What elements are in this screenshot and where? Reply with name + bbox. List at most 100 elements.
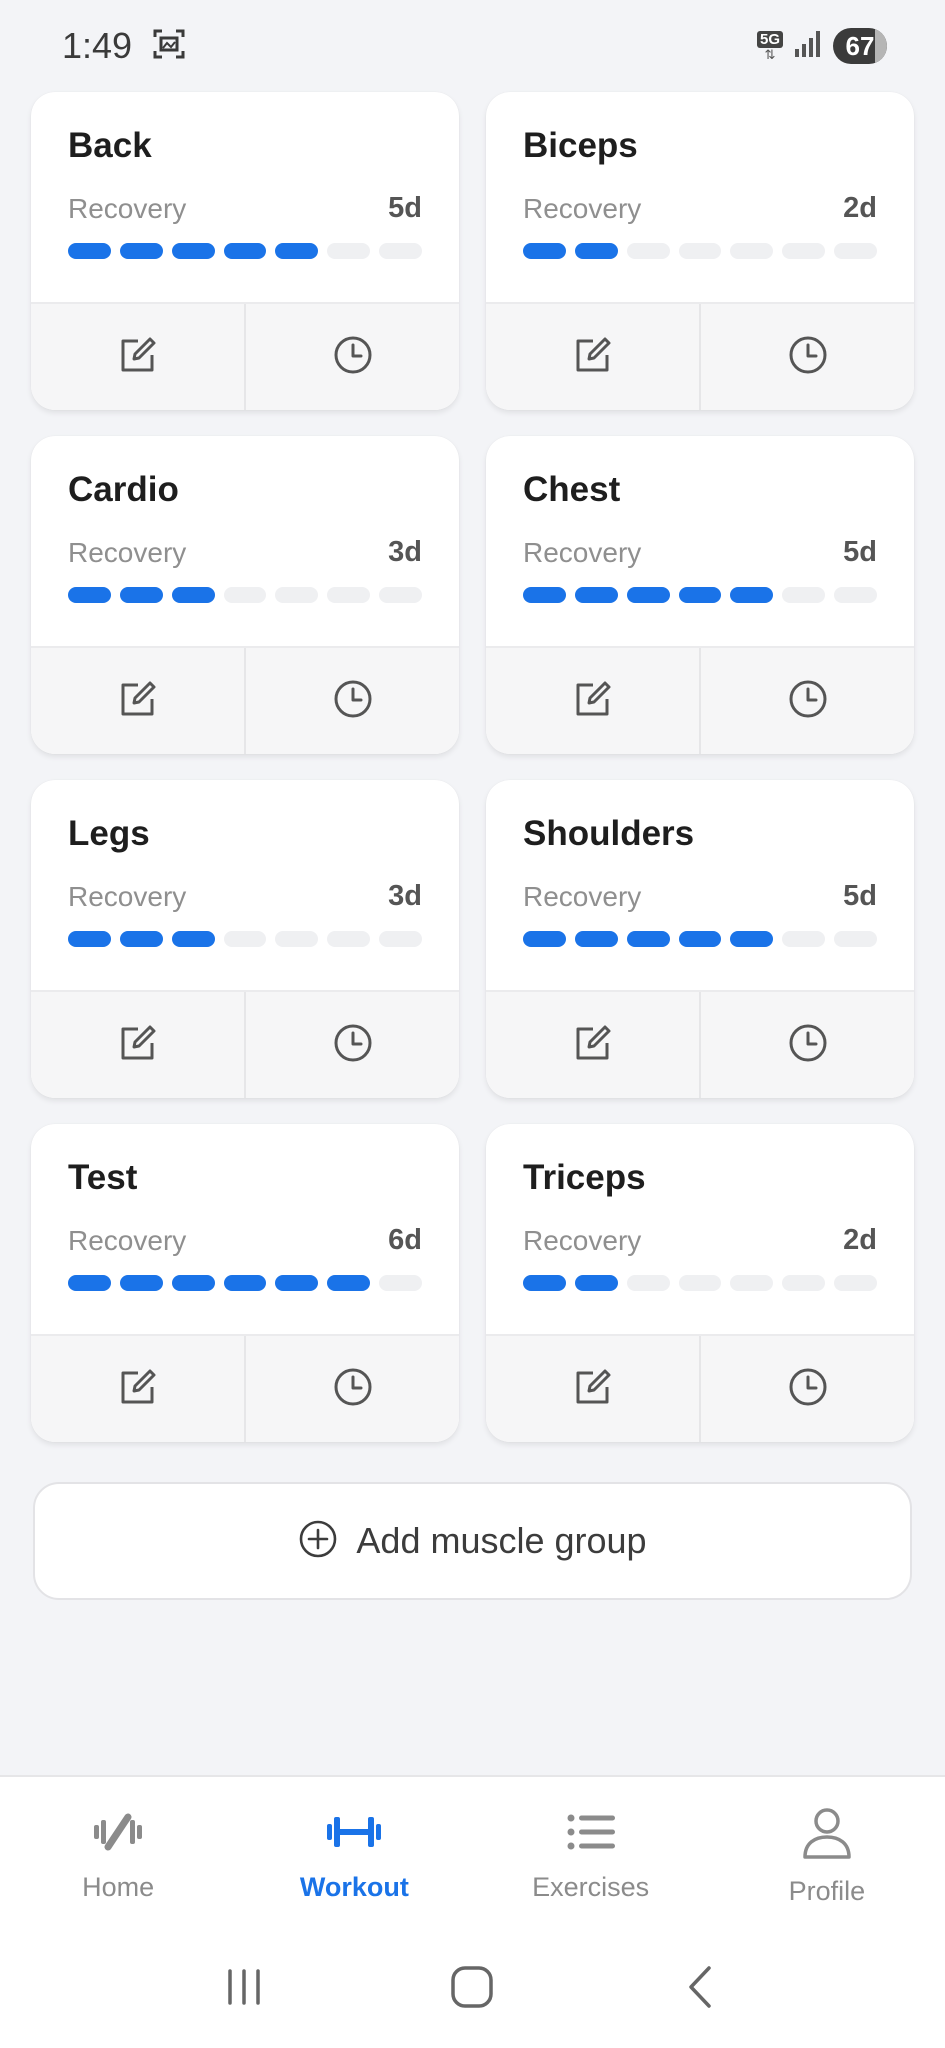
- progress-dot-empty: [379, 1275, 423, 1291]
- progress-dot-filled: [119, 587, 163, 603]
- edit-button[interactable]: [486, 648, 701, 754]
- progress-dot-empty: [834, 243, 878, 259]
- recents-icon[interactable]: [204, 1957, 284, 2017]
- progress-dot-filled: [119, 1275, 163, 1291]
- card-actions: [486, 646, 914, 754]
- edit-button[interactable]: [31, 992, 246, 1098]
- recovery-progress: [68, 931, 423, 947]
- history-button[interactable]: [701, 648, 914, 754]
- recovery-label: Recovery: [68, 536, 187, 568]
- nav-item-workout[interactable]: Workout: [236, 1777, 472, 1925]
- recovery-label: Recovery: [523, 880, 642, 912]
- status-bar: 1:49 5G ⇅ 67: [0, 0, 945, 92]
- history-button[interactable]: [701, 304, 914, 410]
- progress-dot-filled: [171, 243, 215, 259]
- clock-icon: [786, 333, 830, 382]
- nav-item-home[interactable]: Home: [0, 1777, 236, 1925]
- progress-dot-empty: [275, 931, 319, 947]
- recovery-value: 5d: [843, 536, 877, 568]
- recovery-value: 3d: [388, 536, 422, 568]
- status-left: 1:49: [62, 25, 186, 67]
- edit-icon: [116, 677, 160, 726]
- clock-icon: [331, 1021, 375, 1070]
- card-header: Shoulders Recovery 5d: [486, 780, 914, 990]
- history-button[interactable]: [246, 1336, 459, 1442]
- progress-dot-empty: [834, 931, 878, 947]
- history-button[interactable]: [246, 648, 459, 754]
- edit-button[interactable]: [486, 304, 701, 410]
- history-button[interactable]: [701, 1336, 914, 1442]
- progress-dot-empty: [223, 587, 267, 603]
- recovery-progress: [68, 587, 423, 603]
- muscle-card[interactable]: Biceps Recovery 2d: [486, 92, 914, 410]
- edit-icon: [571, 333, 615, 382]
- card-actions: [31, 302, 459, 410]
- screenshot-icon: [152, 27, 186, 66]
- edit-button[interactable]: [31, 648, 246, 754]
- recovery-row: Recovery 3d: [68, 536, 422, 569]
- edit-button[interactable]: [31, 304, 246, 410]
- dumbbell-icon: [324, 1807, 384, 1862]
- card-header: Cardio Recovery 3d: [31, 436, 459, 646]
- status-right: 5G ⇅ 67: [756, 28, 887, 64]
- recovery-value: 5d: [388, 192, 422, 224]
- clock-icon: [786, 1021, 830, 1070]
- progress-dot-empty: [626, 1275, 670, 1291]
- progress-dot-empty: [678, 243, 722, 259]
- edit-button[interactable]: [31, 1336, 246, 1442]
- edit-button[interactable]: [486, 992, 701, 1098]
- recovery-row: Recovery 5d: [523, 880, 877, 913]
- nav-label-profile: Profile: [788, 1876, 866, 1906]
- muscle-name: Test: [68, 1158, 138, 1197]
- edit-icon: [571, 1021, 615, 1070]
- progress-dot-empty: [730, 1275, 774, 1291]
- recovery-progress: [68, 243, 423, 259]
- recovery-row: Recovery 6d: [68, 1224, 422, 1257]
- muscle-card[interactable]: Cardio Recovery 3d: [31, 436, 459, 754]
- nav-item-exercises[interactable]: Exercises: [473, 1777, 709, 1925]
- progress-dot-empty: [327, 931, 371, 947]
- recovery-row: Recovery 2d: [523, 1224, 877, 1257]
- progress-dot-filled: [223, 243, 267, 259]
- progress-dot-filled: [171, 587, 215, 603]
- recovery-value: 6d: [388, 1224, 422, 1256]
- add-muscle-group-label: Add muscle group: [356, 1520, 647, 1561]
- signal-icon: [793, 29, 823, 64]
- nav-item-profile[interactable]: Profile: [709, 1777, 945, 1925]
- card-actions: [31, 1334, 459, 1442]
- recovery-label: Recovery: [68, 880, 187, 912]
- progress-dot-filled: [327, 1275, 371, 1291]
- progress-dot-filled: [574, 587, 618, 603]
- history-button[interactable]: [701, 992, 914, 1098]
- muscle-card[interactable]: Shoulders Recovery 5d: [486, 780, 914, 1098]
- card-actions: [31, 990, 459, 1098]
- muscle-card[interactable]: Back Recovery 5d: [31, 92, 459, 410]
- nav-label-home: Home: [82, 1872, 155, 1902]
- progress-dot-filled: [275, 1275, 319, 1291]
- recovery-label: Recovery: [68, 192, 187, 224]
- muscle-card[interactable]: Test Recovery 6d: [31, 1124, 459, 1442]
- progress-dot-empty: [626, 243, 670, 259]
- edit-button[interactable]: [486, 1336, 701, 1442]
- muscle-card[interactable]: Legs Recovery 3d: [31, 780, 459, 1098]
- status-time: 1:49: [62, 25, 133, 66]
- muscle-card[interactable]: Chest Recovery 5d: [486, 436, 914, 754]
- recovery-label: Recovery: [68, 1224, 187, 1256]
- add-muscle-group-button[interactable]: Add muscle group: [33, 1482, 912, 1600]
- muscle-name: Chest: [523, 470, 621, 509]
- card-actions: [486, 302, 914, 410]
- progress-dot-filled: [68, 931, 111, 947]
- list-icon: [563, 1807, 619, 1862]
- card-actions: [486, 1334, 914, 1442]
- muscle-card[interactable]: Triceps Recovery 2d: [486, 1124, 914, 1442]
- edit-icon: [116, 1021, 160, 1070]
- progress-dot-filled: [523, 587, 566, 603]
- muscle-name: Cardio: [68, 470, 179, 509]
- recovery-value: 2d: [843, 1224, 877, 1256]
- history-button[interactable]: [246, 992, 459, 1098]
- back-icon[interactable]: [661, 1957, 741, 2017]
- progress-dot-filled: [171, 1275, 215, 1291]
- history-button[interactable]: [246, 304, 459, 410]
- home-button-icon[interactable]: [432, 1957, 512, 2017]
- clock-icon: [331, 1365, 375, 1414]
